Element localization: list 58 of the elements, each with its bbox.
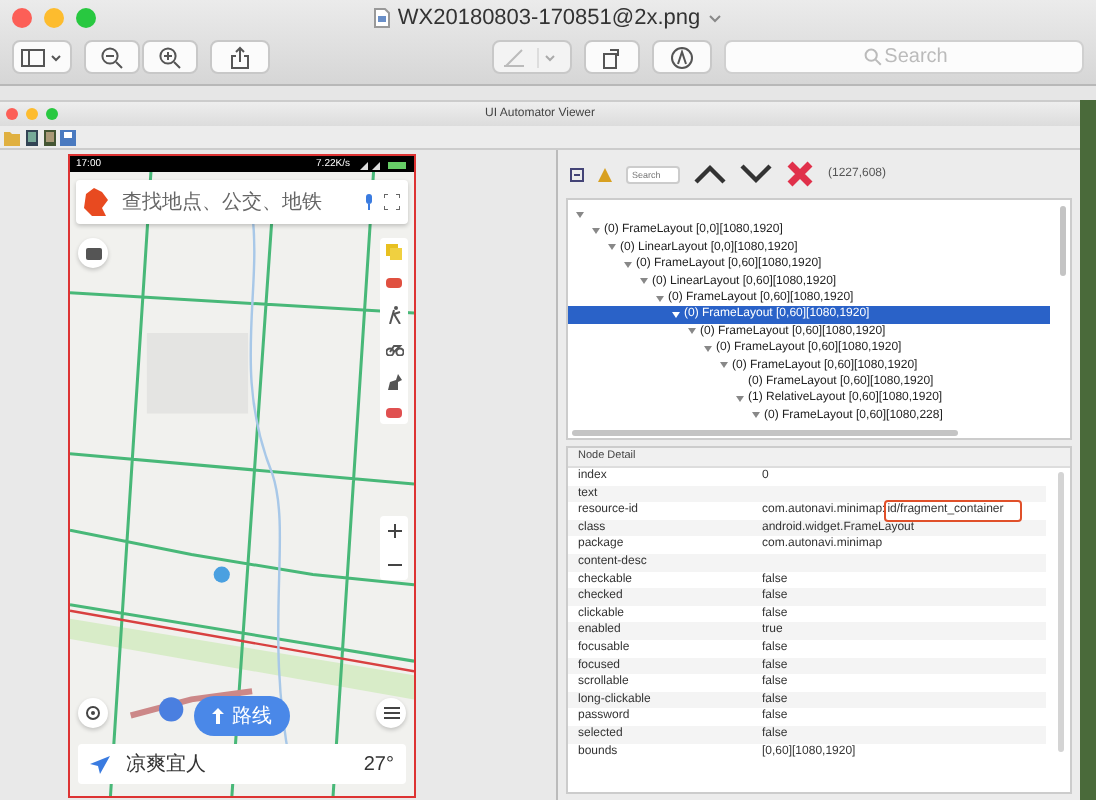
save-icon[interactable]	[60, 129, 76, 145]
rotate-icon	[600, 45, 624, 69]
expand-arrow-icon[interactable]	[736, 395, 744, 402]
map-search-bar[interactable]: 查找地点、公交、地铁	[76, 180, 408, 224]
horse-icon[interactable]	[386, 374, 402, 390]
close-button[interactable]	[12, 8, 32, 28]
close-button[interactable]	[6, 108, 18, 120]
zoom-in-button[interactable]	[142, 40, 198, 74]
search-field[interactable]: Search	[724, 40, 1084, 74]
temperature: 27°	[363, 753, 394, 775]
file-icon	[373, 8, 390, 28]
expand-arrow-icon[interactable]	[608, 244, 616, 251]
share-icon	[230, 45, 250, 69]
navigation-arrow-icon	[90, 755, 110, 773]
message-icon	[85, 247, 101, 259]
weather-text: 凉爽宜人	[126, 751, 206, 778]
route-button[interactable]: 路线	[194, 696, 290, 736]
signal-icon	[356, 159, 408, 169]
warning-icon[interactable]	[598, 167, 612, 181]
previous-icon[interactable]	[694, 164, 726, 184]
rotate-button[interactable]	[584, 40, 640, 74]
markup-icon	[670, 45, 694, 69]
map-search-placeholder: 查找地点、公交、地铁	[122, 189, 324, 216]
expand-arrow-icon[interactable]	[592, 228, 600, 235]
sidebar-button[interactable]	[12, 40, 72, 74]
expand-arrow-icon[interactable]	[704, 345, 712, 352]
markup-button[interactable]	[652, 40, 712, 74]
scan-icon[interactable]	[384, 194, 400, 210]
walking-figure-icon[interactable]	[387, 306, 401, 324]
avatar-icon[interactable]	[80, 186, 112, 218]
bus-icon[interactable]	[386, 408, 402, 418]
share-button[interactable]	[210, 40, 270, 74]
expand-all-icon[interactable]	[570, 167, 584, 181]
expand-arrow-icon[interactable]	[624, 261, 632, 268]
microphone-icon[interactable]	[364, 194, 374, 210]
chevron-icon[interactable]	[708, 13, 723, 23]
search-icon	[864, 48, 882, 66]
zoom-in-icon[interactable]	[387, 524, 401, 538]
zoom-out-icon	[100, 45, 124, 69]
expand-arrow-icon[interactable]	[688, 328, 696, 335]
expand-arrow-icon[interactable]	[656, 295, 664, 302]
window-title: WX20180803-170851@2x.png	[397, 6, 701, 30]
zoom-out-icon[interactable]	[387, 558, 401, 572]
clear-icon[interactable]	[786, 160, 814, 188]
expand-arrow-icon[interactable]	[752, 412, 760, 419]
next-icon[interactable]	[740, 164, 772, 184]
bicycle-icon[interactable]	[385, 342, 403, 356]
arrow-up-icon	[212, 708, 224, 724]
expand-arrow-icon[interactable]	[576, 211, 584, 218]
list-icon	[383, 706, 399, 720]
traffic-icon[interactable]	[386, 278, 402, 288]
expand-arrow-icon[interactable]	[672, 312, 680, 319]
locate-icon	[84, 704, 102, 722]
sidebar-icon	[20, 47, 64, 67]
zoom-in-icon	[158, 45, 182, 69]
expand-arrow-icon[interactable]	[720, 362, 728, 369]
expand-arrow-icon[interactable]	[640, 278, 648, 285]
zoom-out-button[interactable]	[84, 40, 140, 74]
